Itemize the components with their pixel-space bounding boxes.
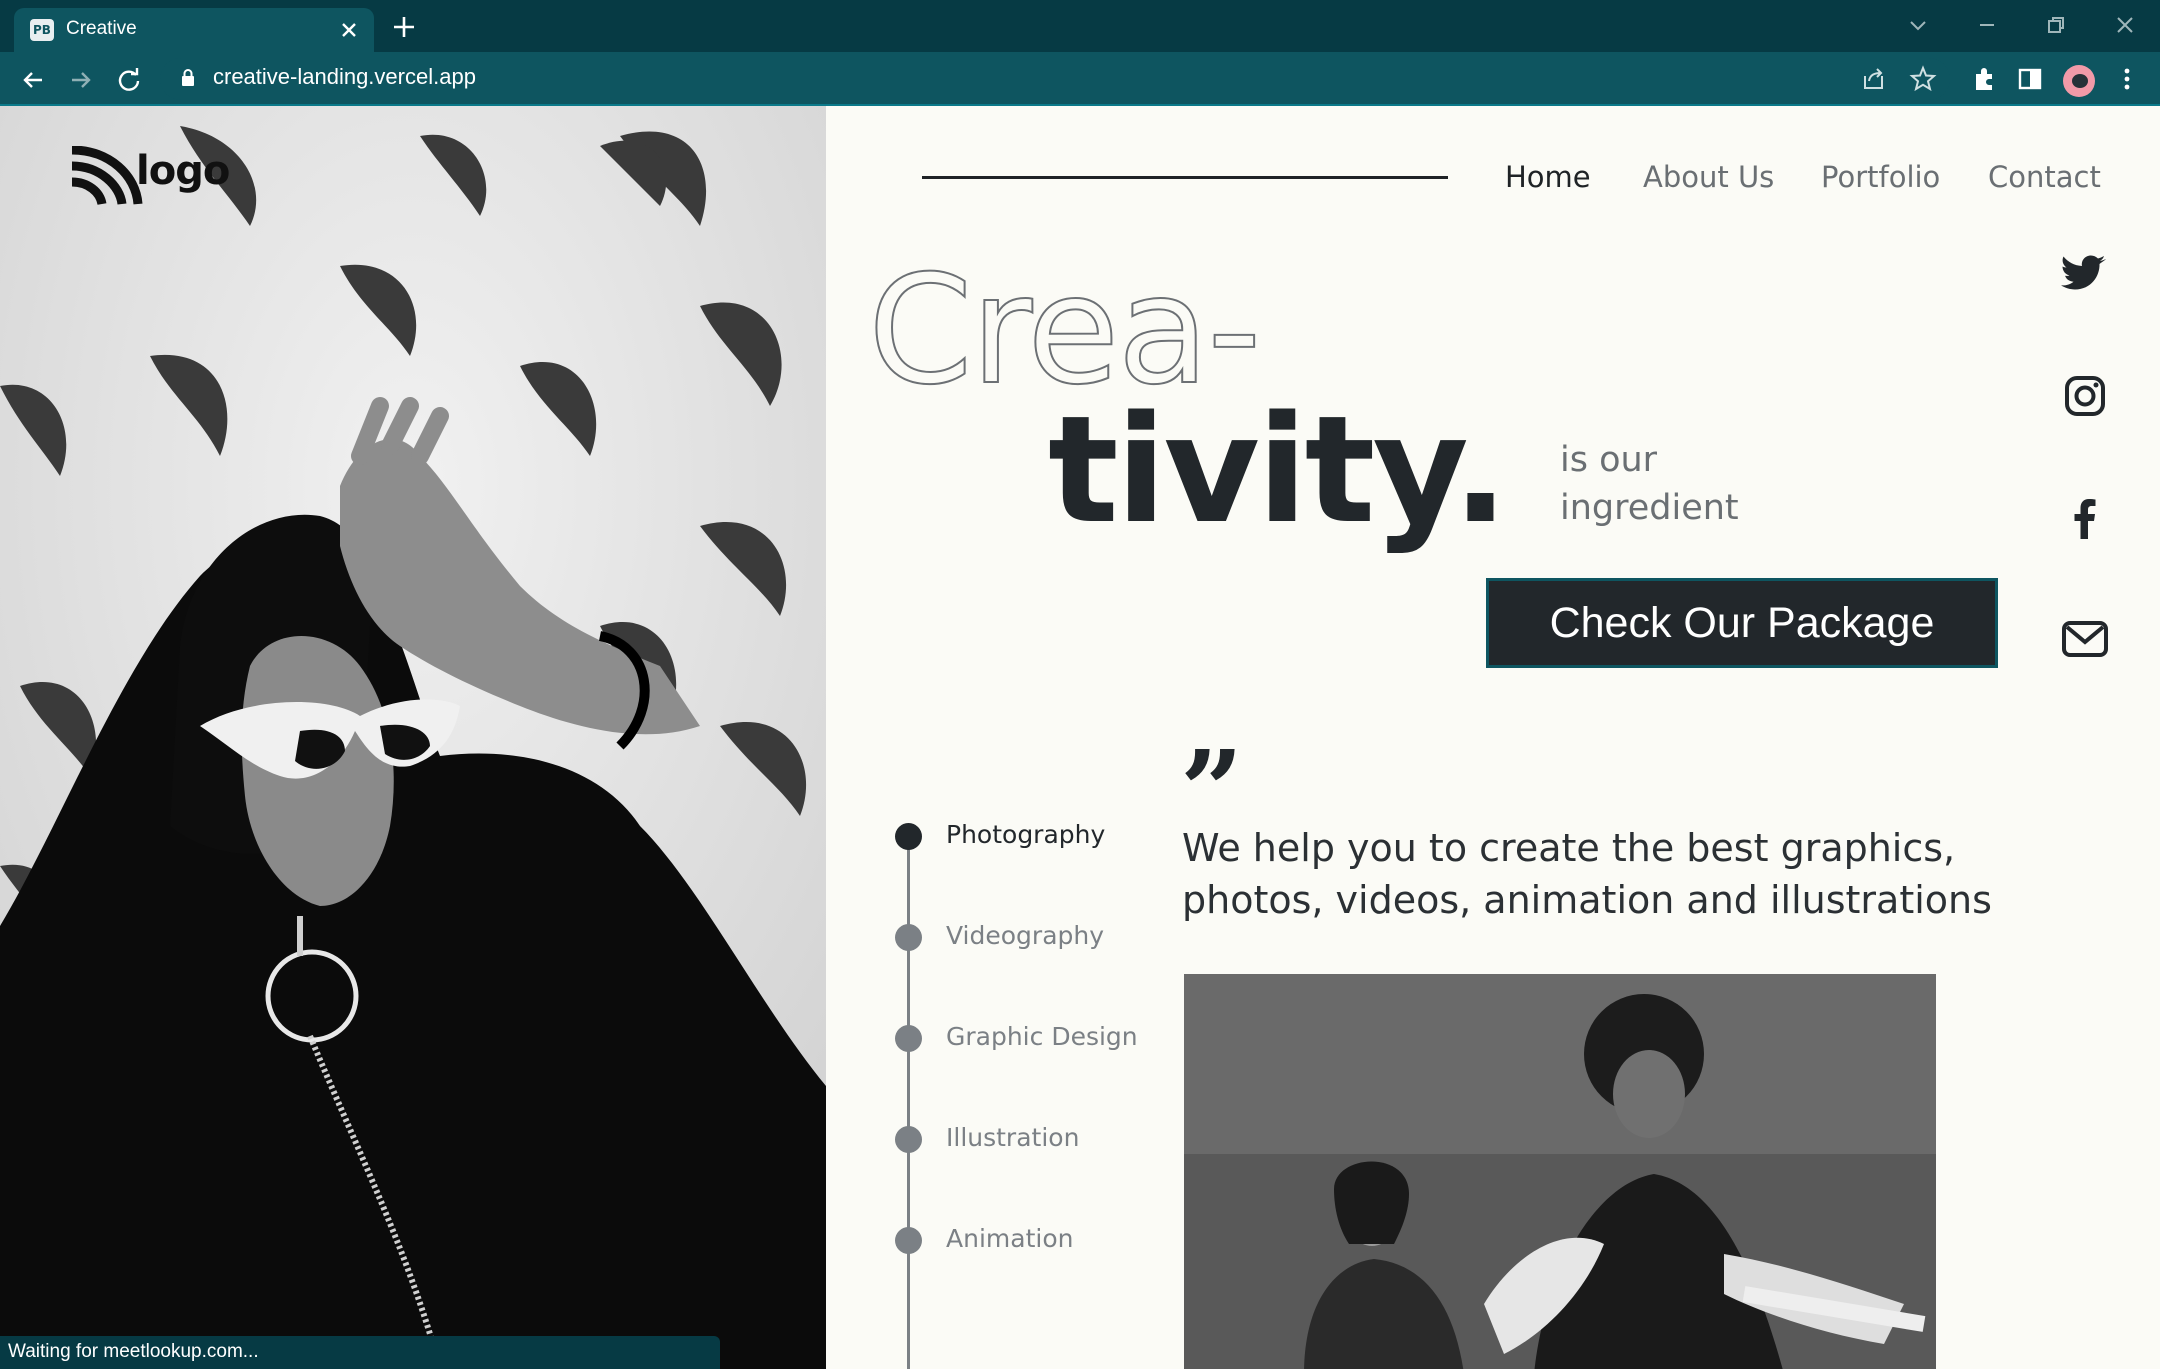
nav-contact-link[interactable]: Contact xyxy=(1988,160,2101,194)
forward-icon[interactable] xyxy=(66,65,96,95)
timeline-dot-photography[interactable] xyxy=(895,823,922,850)
minimize-icon[interactable] xyxy=(1972,10,2002,40)
landing-page: logo Home About Us Portfolio Contact Cre… xyxy=(0,106,2160,1369)
logo-text[interactable]: logo xyxy=(136,148,230,194)
url-text[interactable]: creative-landing.vercel.app xyxy=(213,64,476,90)
close-window-icon[interactable] xyxy=(2110,10,2140,40)
tab-title: Creative xyxy=(66,18,137,39)
browser-tab-strip: PB Creative xyxy=(0,0,2160,52)
tab-favicon-icon: PB xyxy=(30,19,54,41)
tagline-line-1: is our xyxy=(1560,440,1658,480)
service-videography[interactable]: Videography xyxy=(946,921,1104,950)
nav-divider-line xyxy=(922,176,1448,179)
twitter-icon[interactable] xyxy=(2060,248,2110,298)
browser-tab[interactable]: PB Creative xyxy=(14,8,374,52)
status-bar: Waiting for meetlookup.com... xyxy=(0,1336,720,1369)
timeline-dot-illustration[interactable] xyxy=(895,1126,922,1153)
extensions-icon[interactable] xyxy=(1970,65,1998,93)
service-illustration[interactable]: Illustration xyxy=(946,1123,1079,1152)
side-panel-icon[interactable] xyxy=(2016,65,2044,93)
mail-icon[interactable] xyxy=(2060,614,2110,664)
check-package-button[interactable]: Check Our Package xyxy=(1486,578,1998,668)
menu-kebab-icon[interactable] xyxy=(2113,65,2141,93)
lock-icon[interactable] xyxy=(180,68,196,88)
close-tab-icon[interactable] xyxy=(338,19,360,41)
headline-tivity: tivity. xyxy=(1048,384,1509,556)
service-graphic-design[interactable]: Graphic Design xyxy=(946,1022,1138,1051)
dancers-photo xyxy=(1184,974,1936,1369)
back-icon[interactable] xyxy=(18,65,48,95)
nav-portfolio-link[interactable]: Portfolio xyxy=(1821,160,1940,194)
service-animation[interactable]: Animation xyxy=(946,1224,1073,1253)
share-icon[interactable] xyxy=(1860,65,1888,93)
quote-text-line-2: photos, videos, animation and illustrati… xyxy=(1182,878,1992,922)
timeline-dot-videography[interactable] xyxy=(895,924,922,951)
instagram-icon[interactable] xyxy=(2060,371,2110,421)
nav-home-link[interactable]: Home xyxy=(1505,160,1591,194)
nav-about-us-link[interactable]: About Us xyxy=(1643,160,1774,194)
new-tab-icon[interactable] xyxy=(390,13,418,41)
services-timeline-line xyxy=(907,836,910,1369)
timeline-dot-animation[interactable] xyxy=(895,1227,922,1254)
tagline-line-2: ingredient xyxy=(1560,488,1739,528)
bookmark-star-icon[interactable] xyxy=(1909,65,1937,93)
status-text: Waiting for meetlookup.com... xyxy=(8,1341,259,1362)
dancers-image xyxy=(1184,974,1936,1369)
timeline-dot-graphic-design[interactable] xyxy=(895,1025,922,1052)
service-photography[interactable]: Photography xyxy=(946,820,1105,849)
facebook-icon[interactable] xyxy=(2060,493,2110,543)
quote-text-line-1: We help you to create the best graphics, xyxy=(1182,826,1956,870)
hero-photo xyxy=(0,106,826,1369)
restore-icon[interactable] xyxy=(2041,10,2071,40)
profile-avatar[interactable] xyxy=(2063,65,2095,97)
reload-icon[interactable] xyxy=(114,65,144,95)
hero-image: logo xyxy=(0,106,826,1369)
tab-search-chevron-icon[interactable] xyxy=(1903,10,1933,40)
